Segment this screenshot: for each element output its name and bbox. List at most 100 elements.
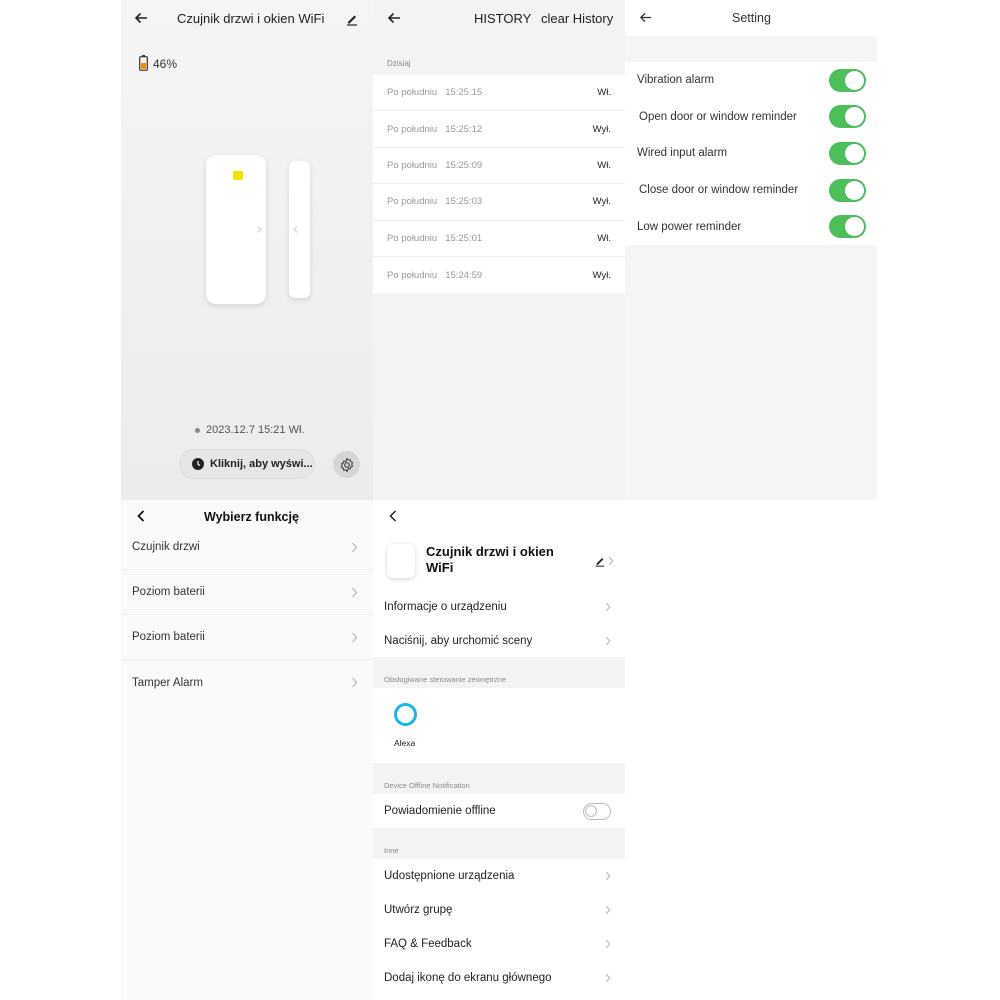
battery-level: 46%	[153, 57, 178, 71]
alexa-panel	[373, 688, 625, 763]
function-item-battery-level[interactable]: Poziom baterii	[121, 570, 373, 615]
history-state: Wył.	[592, 123, 611, 135]
history-row: Po południu 15:25:12 Wył.	[373, 111, 625, 148]
history-period: Po południu	[387, 87, 438, 99]
history-state: Wył.	[592, 269, 611, 281]
scene-item[interactable]: Naciśnij, aby urchomić sceny	[373, 624, 625, 657]
other-item-label: Udostępnione urządzenia	[384, 869, 515, 882]
device-thumbnail	[387, 544, 415, 578]
history-row: Po południu 15:24:59 Wył.	[373, 257, 625, 293]
clear-history-button[interactable]: clear History	[541, 11, 613, 26]
chevron-right-icon	[352, 677, 358, 688]
vibration-alarm-toggle[interactable]	[829, 68, 866, 92]
history-state: Wł.	[597, 232, 611, 244]
function-label: Czujnik drzwi	[132, 541, 200, 553]
other-section-label: Inne	[384, 846, 399, 855]
wired-input-alarm-toggle[interactable]	[829, 141, 866, 165]
other-item-label: Dodaj ikonę do ekranu głównego	[384, 971, 552, 984]
history-list: Po południu 15:25:15 Wł. Po południu 15:25:…	[373, 75, 625, 294]
back-arrow-icon[interactable]	[134, 11, 148, 25]
setting-row-low-power: Low power reminder	[625, 208, 877, 245]
setting-row-close-reminder: Close door or window reminder	[625, 172, 877, 209]
function-label: Tamper Alarm	[132, 676, 203, 689]
history-row: Po południu 15:25:09 Wł.	[373, 148, 625, 185]
edit-pencil-icon[interactable]	[594, 555, 606, 567]
history-title: HISTORY	[474, 11, 532, 26]
external-control-section-label: Obsługiwane sterowanie zewnętrzne	[384, 675, 507, 684]
edit-pencil-icon[interactable]	[345, 12, 359, 26]
faq-feedback-item[interactable]: FAQ & Feedback	[373, 927, 625, 960]
setting-label: Low power reminder	[637, 220, 742, 233]
function-item-tamper-alarm[interactable]: Tamper Alarm	[121, 660, 373, 705]
function-title: Wybierz funkcję	[204, 510, 299, 524]
history-row: Po południu 15:25:03 Wył.	[373, 184, 625, 221]
function-item-door-sensor[interactable]: Czujnik drzwi	[121, 525, 373, 570]
function-label: Poziom baterii	[132, 586, 205, 598]
scene-label: Naciśnij, aby urchomić sceny	[384, 634, 533, 647]
choose-function-screen: Wybierz funkcję Czujnik drzwi Poziom bat…	[121, 500, 373, 1000]
offline-notification-toggle[interactable]	[583, 802, 611, 820]
chevron-right-icon	[605, 602, 611, 611]
close-reminder-toggle[interactable]	[829, 178, 866, 202]
back-arrow-icon[interactable]	[639, 11, 652, 24]
setting-row-open-reminder: Open door or window reminder	[625, 99, 877, 136]
alexa-icon[interactable]	[394, 703, 417, 726]
device-screen: Czujnik drzwi i okien WiFi 46% 2023.12.7…	[121, 0, 373, 500]
history-row: Po południu 15:25:01 Wł.	[373, 221, 625, 257]
open-reminder-toggle[interactable]	[829, 105, 866, 129]
battery-icon	[139, 55, 148, 71]
last-status-row: 2023.12.7 15:21 Wł.	[195, 424, 304, 436]
shared-devices-item[interactable]: Udostępnione urządzenia	[373, 859, 625, 892]
history-period: Po południu	[387, 269, 438, 281]
device-details-screen: Czujnik drzwi i okien WiFi Informacje o …	[373, 500, 625, 1000]
sensor-right-arrow-icon	[257, 226, 262, 233]
device-info-label: Informacje o urządzeniu	[384, 600, 507, 613]
history-state: Wył.	[592, 196, 611, 208]
setting-screen: Setting Vibration alarm Open door or win…	[625, 0, 877, 500]
offline-section-label: Device Offline Notification	[384, 781, 470, 790]
history-state: Wł.	[597, 87, 611, 99]
setting-label: Vibration alarm	[637, 74, 715, 87]
back-chevron-icon[interactable]	[387, 509, 399, 523]
chevron-right-icon	[608, 556, 614, 566]
history-screen: HISTORY clear History Dzisiaj Po południ…	[373, 0, 625, 500]
chevron-right-icon	[605, 939, 611, 948]
last-status-text: 2023.12.7 15:21 Wł.	[206, 424, 305, 436]
collage: Czujnik drzwi i okien WiFi 46% 2023.12.7…	[0, 0, 1000, 1000]
setting-label: Close door or window reminder	[639, 184, 799, 197]
add-home-icon-item[interactable]: Dodaj ikonę do ekranu głównego	[373, 961, 625, 994]
history-state: Wł.	[597, 159, 611, 171]
chevron-right-icon	[605, 636, 611, 645]
gear-icon	[340, 457, 353, 472]
history-period: Po południu	[387, 196, 438, 208]
create-group-item[interactable]: Utwórz grupę	[373, 893, 625, 926]
history-period: Po południu	[387, 159, 438, 171]
chevron-right-icon	[605, 871, 611, 880]
other-item-label: Utwórz grupę	[384, 903, 453, 916]
sensor-left-arrow-icon	[293, 226, 298, 233]
setting-list: Vibration alarm Open door or window remi…	[625, 62, 877, 245]
history-row: Po południu 15:25:15 Wł.	[373, 75, 625, 112]
chevron-right-icon	[605, 905, 611, 914]
history-time: 15:25:01	[445, 232, 483, 244]
back-arrow-icon[interactable]	[387, 11, 401, 25]
chevron-right-icon	[605, 973, 611, 982]
device-title: Czujnik drzwi i okien WiFi	[177, 11, 325, 26]
device-info-item[interactable]: Informacje o urządzeniu	[373, 590, 625, 623]
clock-icon	[192, 458, 204, 470]
function-item-battery-level-2[interactable]: Poziom baterii	[121, 615, 373, 660]
history-time: 15:25:12	[445, 123, 483, 135]
history-button[interactable]: Kliknij, aby wyświ...	[179, 449, 315, 479]
history-time: 15:25:03	[445, 196, 483, 208]
offline-notification-row: Powiadomienie offline	[373, 794, 625, 828]
setting-label: Wired input alarm	[637, 147, 728, 160]
function-label: Poziom baterii	[132, 631, 205, 643]
other-item-label: FAQ & Feedback	[384, 937, 472, 950]
device-name: Czujnik drzwi i okien WiFi	[426, 544, 554, 575]
low-power-toggle[interactable]	[829, 215, 866, 239]
setting-label: Open door or window reminder	[639, 110, 797, 123]
back-chevron-icon[interactable]	[135, 509, 147, 523]
offline-label: Powiadomienie offline	[384, 805, 496, 817]
function-list: Czujnik drzwi Poziom baterii Poziom bate…	[121, 525, 373, 705]
settings-button[interactable]	[333, 451, 360, 478]
